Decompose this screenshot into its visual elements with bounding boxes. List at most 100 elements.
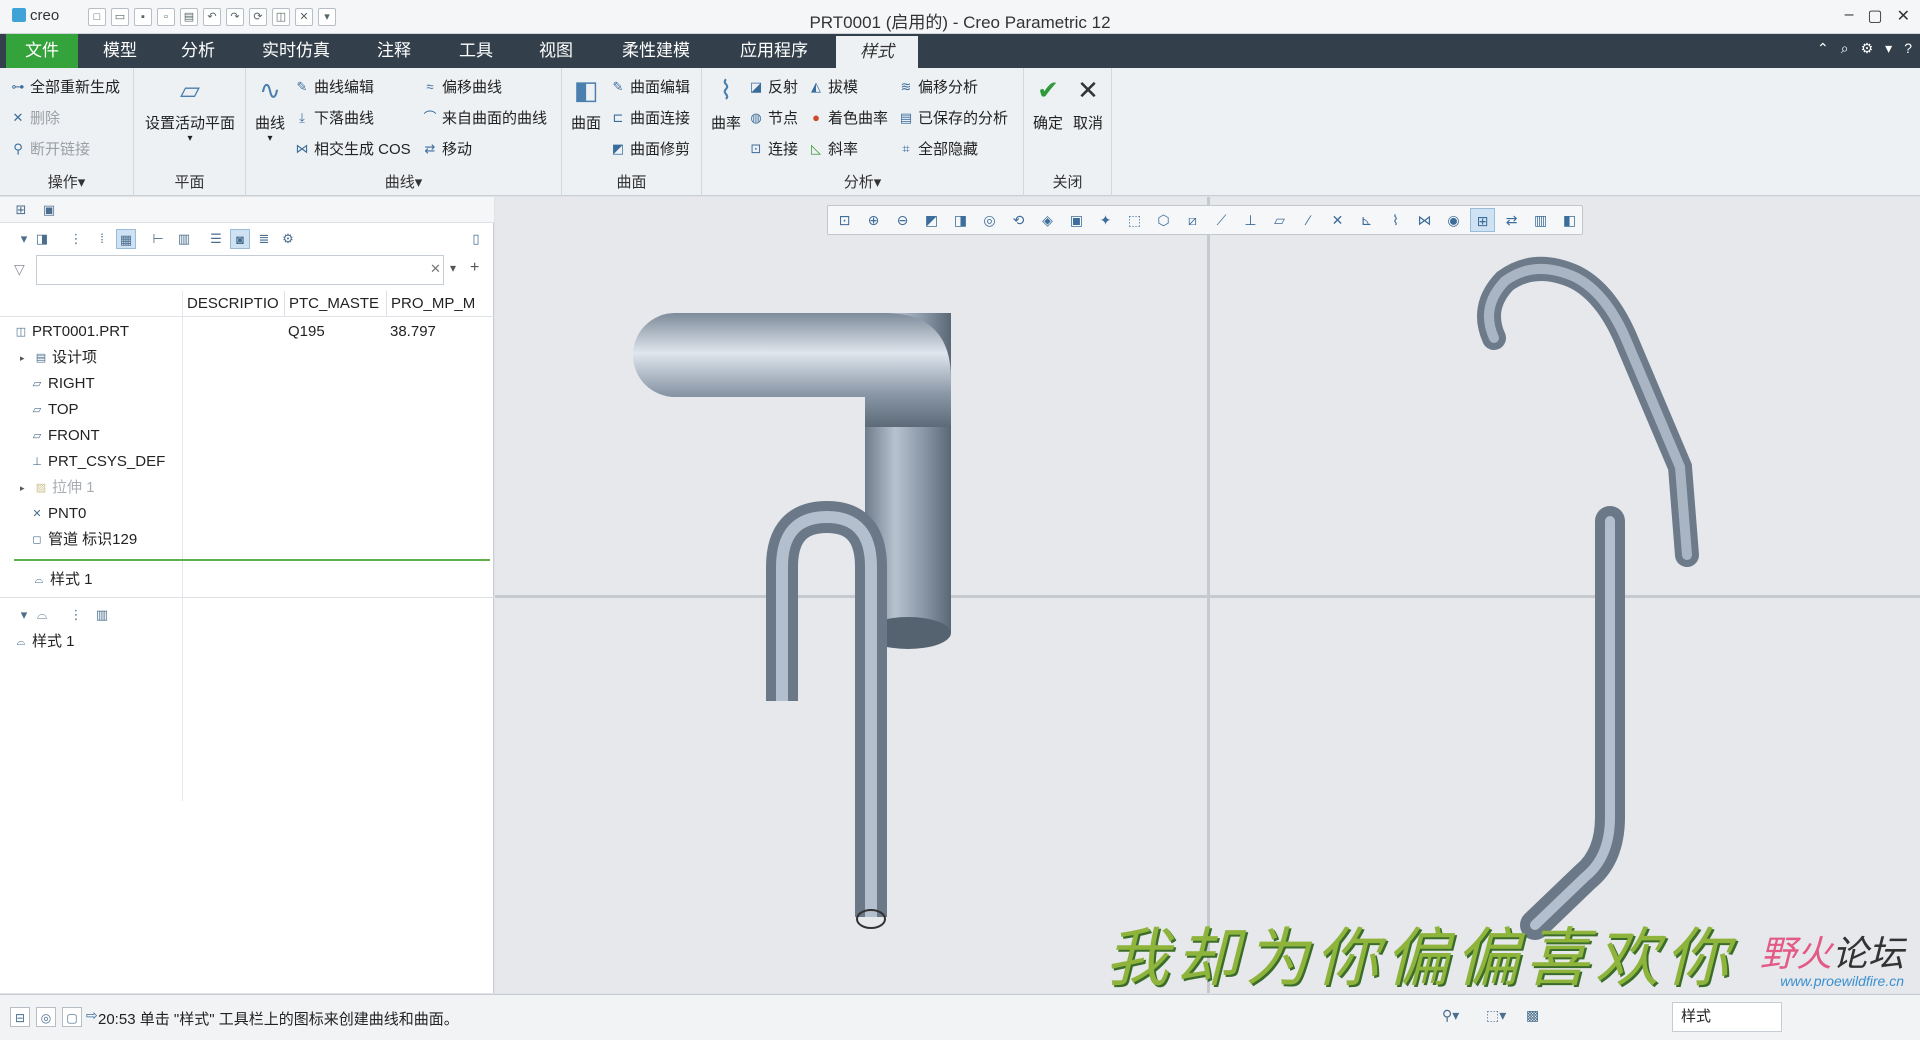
collapse-ribbon-icon[interactable]: ⌃ — [1817, 40, 1829, 57]
tab-style[interactable]: 样式 — [836, 36, 918, 68]
curve-button[interactable]: ∿ 曲线 ▾ — [250, 74, 290, 144]
connect-button[interactable]: ⊡ 连接 — [748, 138, 798, 159]
perspective-icon[interactable]: ◈ — [1035, 208, 1060, 232]
connection-icon[interactable]: ⋈ — [1412, 208, 1437, 232]
point-display-icon[interactable]: ✕ — [1325, 208, 1350, 232]
settings-icon[interactable]: ⚙ — [278, 229, 298, 249]
tab-tools[interactable]: 工具 — [440, 34, 512, 68]
regenerate-all-button[interactable]: ⊶ 全部重新生成 — [10, 76, 121, 97]
surface-edit-button[interactable]: ✎ 曲面编辑 — [610, 76, 690, 97]
expand-tree-icon[interactable]: ▾ — [14, 229, 34, 249]
column-header-ptc-master[interactable]: PTC_MASTE — [284, 291, 386, 317]
expand-tree-icon[interactable]: ▾ — [14, 605, 34, 625]
tree-columns-icon[interactable]: ⁞ — [92, 229, 112, 249]
search-icon[interactable]: ⌕ — [1841, 40, 1849, 57]
tree-row-extrude[interactable]: ▸ ▨ 拉伸 1 — [0, 475, 494, 501]
tab-file[interactable]: 文件 — [6, 34, 78, 68]
surface-trim-button[interactable]: ◩ 曲面修剪 — [610, 138, 690, 159]
tree-row-point[interactable]: ✕ PNT0 — [0, 501, 494, 527]
surface-connect-button[interactable]: ⊏ 曲面连接 — [610, 107, 690, 128]
model-tree-tab-icon[interactable]: ⊞ — [12, 201, 30, 219]
delete-button[interactable]: ✕ 删除 — [10, 107, 60, 128]
find-icon[interactable]: ⚲▾ — [1442, 1007, 1459, 1024]
surface-button[interactable]: ◧ 曲面 — [566, 74, 606, 133]
slope-button[interactable]: ◺ 斜率 — [808, 138, 858, 159]
graphics-window[interactable]: ⊡ ⊕ ⊖ ◩ ◨ ◎ ⟲ ◈ ▣ ✦ ⬚ ⬡ ⧄ ⟋ ⊥ ▱ ∕ ✕ ⊾ ⌇ … — [495, 197, 1920, 996]
settings-icon[interactable]: ⚙ — [1861, 40, 1874, 57]
page-icon[interactable]: ▯ — [466, 229, 486, 249]
csys-tag-icon[interactable]: ⊾ — [1354, 208, 1379, 232]
curve-display-icon[interactable]: ⌇ — [1383, 208, 1408, 232]
tree-table-icon[interactable]: ▦ — [116, 229, 136, 249]
drop-curve-button[interactable]: ⤓ 下落曲线 — [294, 107, 374, 128]
column-setup-icon[interactable]: ▥ — [174, 229, 194, 249]
list-icon[interactable]: ☰ — [206, 229, 226, 249]
annotation-display-icon[interactable]: ⬚ — [1122, 208, 1147, 232]
style-tree-icon[interactable]: ⌓ — [32, 605, 52, 625]
break-link-button[interactable]: ⚲ 断开链接 — [10, 138, 90, 159]
tree-filter-icon[interactable]: ⋮ — [66, 229, 86, 249]
tree-row-design-items[interactable]: ▸ ▤ 设计项 — [0, 345, 494, 371]
tree-row-part[interactable]: ◫ PRT0001.PRT Q195 38.797 — [0, 319, 494, 345]
hide-all-button[interactable]: ⌗ 全部隐藏 — [898, 138, 978, 159]
browser-toggle-icon[interactable]: ◎ — [36, 1007, 56, 1027]
display-icon[interactable]: ◙ — [230, 229, 250, 249]
selection-mode-icon[interactable]: ▩ — [1526, 1007, 1539, 1024]
folder-browser-tab-icon[interactable]: ▣ — [40, 201, 58, 219]
column-header-pro-mp-mass[interactable]: PRO_MP_M — [386, 291, 490, 317]
plane-display-icon[interactable]: ⧄ — [1180, 208, 1205, 232]
spin-center-icon[interactable]: ✦ — [1093, 208, 1118, 232]
reflect-button[interactable]: ◪ 反射 — [748, 76, 798, 97]
tab-model[interactable]: 模型 — [84, 34, 156, 68]
tree-row-pipe[interactable]: ◻ 管道 标识129 — [0, 527, 494, 553]
curve-from-surface-button[interactable]: ⌒ 来自曲面的曲线 — [422, 107, 547, 128]
offset-curve-button[interactable]: ≈ 偏移曲线 — [422, 76, 502, 97]
group-title-curves[interactable]: 曲线▾ — [246, 171, 561, 192]
shade-curvature-button[interactable]: ● 着色曲率 — [808, 107, 888, 128]
ok-button[interactable]: ✔ 确定 — [1028, 74, 1068, 133]
refit-icon[interactable]: ⊡ — [832, 208, 857, 232]
hierarchy-icon[interactable]: ⊢ — [148, 229, 168, 249]
draft-button[interactable]: ◭ 拔模 — [808, 76, 858, 97]
offset-analysis-button[interactable]: ≋ 偏移分析 — [898, 76, 978, 97]
selection-box-icon[interactable]: ⬚▾ — [1486, 1007, 1506, 1024]
tree-search-input[interactable] — [36, 255, 444, 285]
clear-icon[interactable]: ✕ — [430, 261, 441, 277]
zoom-in-icon[interactable]: ⊕ — [861, 208, 886, 232]
display-style-icon[interactable]: ◨ — [948, 208, 973, 232]
single-view-icon[interactable]: ▥ — [1528, 208, 1553, 232]
view-manager-icon[interactable]: ⟲ — [1006, 208, 1031, 232]
move-button[interactable]: ⇄ 移动 — [422, 138, 472, 159]
tree-filter-icon[interactable]: ⋮ — [66, 605, 86, 625]
cancel-button[interactable]: ✕ 取消 — [1068, 74, 1108, 133]
group-title-operations[interactable]: 操作▾ — [0, 171, 133, 192]
add-icon[interactable]: + — [470, 259, 479, 277]
book-icon[interactable]: ◧ — [1557, 208, 1582, 232]
fullscreen-icon[interactable]: ▢ — [62, 1007, 82, 1027]
tab-applications[interactable]: 应用程序 — [722, 34, 826, 68]
tree-row-csys[interactable]: ⊥ PRT_CSYS_DEF — [0, 449, 494, 475]
saved-orientations-icon[interactable]: ◎ — [977, 208, 1002, 232]
chevron-down-icon[interactable]: ▾ — [450, 261, 456, 275]
expand-arrow-icon[interactable]: ▸ — [20, 475, 30, 501]
curve-edit-button[interactable]: ✎ 曲线编辑 — [294, 76, 374, 97]
minimize-icon[interactable]: – — [1845, 6, 1854, 26]
tree-row-right-plane[interactable]: ▱ RIGHT — [0, 371, 494, 397]
insert-here-indicator[interactable] — [14, 559, 490, 561]
section-icon[interactable]: ▣ — [1064, 208, 1089, 232]
repaint-icon[interactable]: ◩ — [919, 208, 944, 232]
tree-row-front-plane[interactable]: ▱ FRONT — [0, 423, 494, 449]
maximize-icon[interactable]: ▢ — [1867, 6, 1882, 26]
datum-display-icon[interactable]: ⬡ — [1151, 208, 1176, 232]
close-icon[interactable]: ✕ — [1897, 6, 1910, 26]
plane-tag-icon[interactable]: ▱ — [1267, 208, 1292, 232]
set-active-plane-button[interactable]: ▱ 设置活动平面 ▾ — [140, 74, 240, 144]
part-icon[interactable]: ◨ — [32, 229, 52, 249]
chevron-down-icon[interactable]: ▾ — [1885, 40, 1892, 57]
layers-icon[interactable]: ≣ — [254, 229, 274, 249]
column-header-description[interactable]: DESCRIPTIO — [182, 291, 284, 317]
tree-row-top-plane[interactable]: ▱ TOP — [0, 397, 494, 423]
expand-arrow-icon[interactable]: ▸ — [20, 345, 30, 371]
curvature-button[interactable]: ⌇ 曲率 — [706, 74, 746, 133]
csys-display-icon[interactable]: ⊥ — [1238, 208, 1263, 232]
